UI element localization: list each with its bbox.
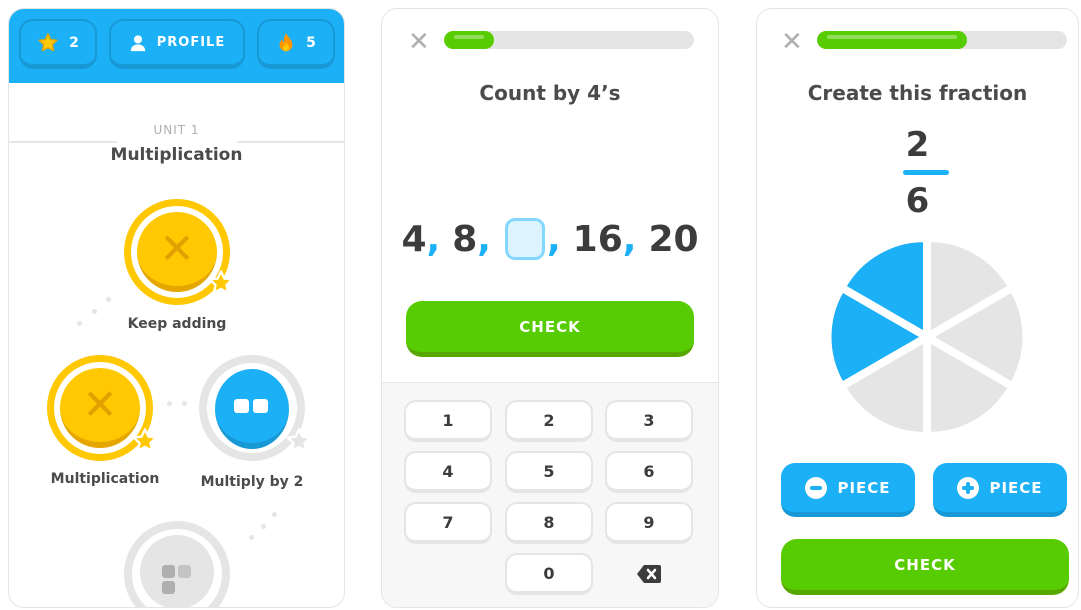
remove-piece-label: PIECE [837,478,891,497]
keypad-key-7[interactable]: 7 [404,502,492,544]
keypad-key-8[interactable]: 8 [505,502,593,544]
plus-icon [957,476,980,499]
unit-label: UNIT 1 [153,123,200,137]
lesson-label: Multiply by 2 [200,474,304,490]
path-dot [92,309,97,314]
sequence-number: 20 [648,218,699,260]
comma-separator: , [477,218,491,260]
remove-piece-button[interactable]: PIECE [781,463,915,517]
sequence-number: 8 [452,218,478,260]
progress-fill [444,31,494,49]
close-icon[interactable]: ✕ [408,29,430,55]
progress-bar [444,31,694,49]
streak-count: 5 [306,34,316,51]
comma-separator: , [426,218,441,260]
locked-star-icon [286,428,312,452]
top-stats-bar: 2 PROFILE 5 [9,9,344,83]
lesson-icon-block [253,399,268,413]
comma-separator: , [546,218,561,260]
lesson-icon-block [162,565,175,578]
path-dot [167,401,172,406]
keypad-key-9[interactable]: 9 [605,502,693,544]
person-icon [130,34,145,51]
path-dot [77,321,82,326]
fraction-denominator: 6 [905,181,930,221]
locked-lesson-disc [140,535,214,607]
flame-icon [279,32,293,51]
check-button[interactable]: CHECK [406,301,694,357]
exercise-prompt: Create this fraction [807,81,1028,105]
lesson-label: Keep adding [127,316,227,332]
star-icon [38,32,58,51]
path-dot [261,524,266,529]
profile-button[interactable]: PROFILE [109,19,245,69]
path-dot [249,535,254,540]
sequence-number: 4 [401,218,427,260]
keypad-key-5[interactable]: 5 [505,451,593,493]
exercise-prompt: Count by 4’s [479,81,621,105]
streak-button[interactable]: 5 [257,19,335,69]
xp-button[interactable]: 2 [19,19,97,69]
x-mark-icon: ✕ [82,380,118,429]
fraction-numerator: 2 [905,125,930,165]
fraction-bar [903,170,949,175]
keypad-key-3[interactable]: 3 [605,400,693,442]
add-piece-label: PIECE [989,478,1043,497]
unit-title: Multiplication [110,145,243,165]
number-sequence: 4, 8, , 16, 20 [382,209,718,269]
xp-count: 2 [69,34,79,51]
comma-separator: , [622,218,637,260]
divider-right [237,141,344,143]
check-button[interactable]: CHECK [781,539,1069,595]
keypad-key-2[interactable]: 2 [505,400,593,442]
backspace-button[interactable] [605,553,693,595]
sequence-number: 16 [572,218,623,260]
keypad-key-4[interactable]: 4 [404,451,492,493]
x-mark-icon: ✕ [159,224,195,273]
crown-star-icon [132,428,158,452]
minus-icon [805,476,828,499]
path-dot [272,512,277,517]
answer-blank-box[interactable] [504,218,545,260]
divider-left [9,141,117,143]
add-piece-button[interactable]: PIECE [933,463,1067,517]
number-keypad: 1 2 3 4 5 6 7 8 9 0 [382,382,718,607]
lesson-icon-block [178,565,191,578]
crown-star-icon [208,270,234,294]
keypad-key-0[interactable]: 0 [505,553,593,595]
lesson-icon-block [162,581,175,594]
path-dot [182,401,187,406]
count-exercise-screen: ✕ Count by 4’s 4, 8, , 16, 20 CHECK 1 2 … [381,8,719,608]
fraction-pie [828,239,1026,435]
keypad-key-6[interactable]: 6 [605,451,693,493]
profile-label: PROFILE [156,35,226,50]
keypad-key-1[interactable]: 1 [404,400,492,442]
path-dot [106,297,111,302]
backspace-icon [637,565,661,583]
lesson-node-locked[interactable] [124,521,230,607]
close-icon[interactable]: ✕ [781,29,803,55]
current-lesson-disc [215,369,289,449]
fraction-exercise-screen: ✕ Create this fraction 2 6 PIECE PIECE C… [756,8,1079,608]
progress-bar [817,31,1067,49]
progress-fill [817,31,967,49]
learn-screen: 2 PROFILE 5 UNIT 1 Multiplication ✕ Keep… [8,8,345,608]
lesson-label: Multiplication [50,471,160,487]
lesson-icon-block [234,399,249,413]
